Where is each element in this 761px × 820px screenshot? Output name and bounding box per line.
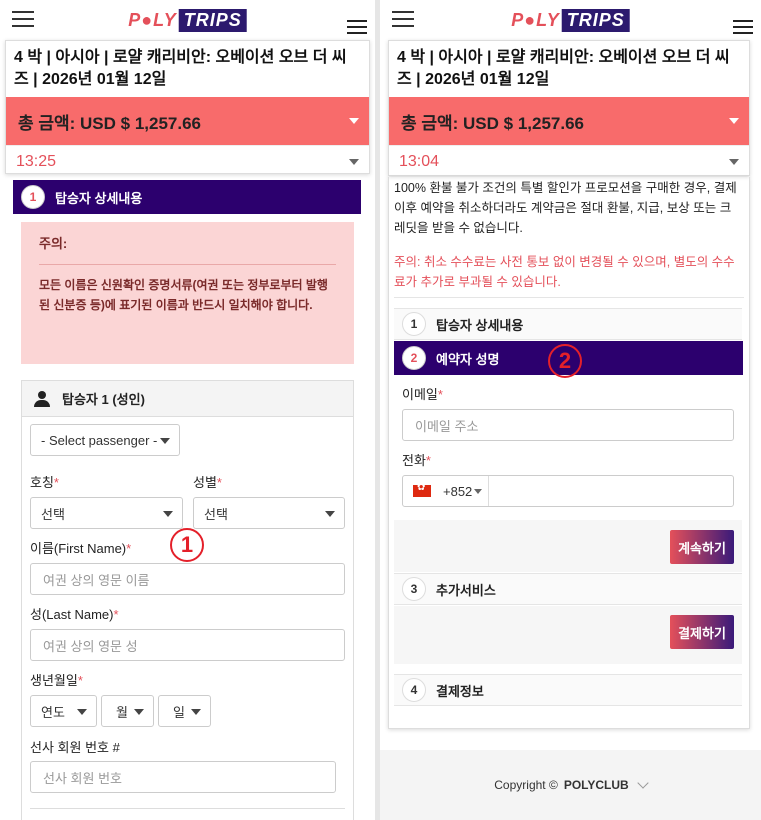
email-label: 이메일* xyxy=(402,387,443,402)
chevron-down-icon[interactable] xyxy=(637,777,649,789)
caret-down-icon xyxy=(163,511,173,517)
step-number: 4 xyxy=(402,678,426,702)
person-icon xyxy=(34,390,50,407)
step-number: 1 xyxy=(21,185,45,209)
right-screen: P●LY TRIPS 4 박 | 아시아 | 로얄 캐리비안: 오베이션 오브 … xyxy=(380,0,761,820)
total-price: 총 금액: USD $ 1,257.66 xyxy=(18,113,201,133)
trip-title: 4 박 | 아시아 | 로얄 캐리비안: 오베이션 오브 더 씨즈 | 2026… xyxy=(397,49,730,88)
email-input[interactable]: 이메일 주소 xyxy=(402,409,734,441)
title-label: 호칭* xyxy=(30,475,59,490)
trip-title: 4 박 | 아시아 | 로얄 캐리비안: 오베이션 오브 더 씨즈 | 2026… xyxy=(14,49,347,88)
member-number-input[interactable]: 선사 회원 번호 xyxy=(30,761,336,793)
brand-logo[interactable]: P●LY TRIPS xyxy=(128,9,247,32)
brand-logo[interactable]: P●LY TRIPS xyxy=(511,9,630,32)
country-code[interactable]: +852 xyxy=(443,484,472,499)
timer-row[interactable]: 13:04 xyxy=(389,145,749,177)
notice-title: 주의: xyxy=(39,234,336,265)
logo-poly: P●LY xyxy=(511,10,560,30)
step-number: 3 xyxy=(402,577,426,601)
step-extra-services[interactable]: 3 추가서비스 xyxy=(394,573,742,605)
dob-month-value: 월 xyxy=(116,704,128,720)
step-label: 탑승자 상세내용 xyxy=(55,190,143,206)
notice-body: 모든 이름은 신원확인 증명서류(여권 또는 정부로부터 발행된 신분증 등)에… xyxy=(39,278,328,312)
left-screen: P●LY TRIPS 4 박 | 아시아 | 로얄 캐리비안: 오베이션 오브 … xyxy=(0,0,375,820)
caret-down-icon xyxy=(349,159,359,165)
menu-icon-right[interactable] xyxy=(733,20,753,34)
caret-down-icon xyxy=(349,118,359,124)
policy-divider xyxy=(394,297,744,298)
last-name-label: 성(Last Name)* xyxy=(30,607,119,622)
menu-icon[interactable] xyxy=(392,11,414,27)
caret-down-icon xyxy=(134,709,144,715)
countdown-timer: 13:04 xyxy=(399,152,440,170)
dob-day-select[interactable]: 일 xyxy=(158,695,211,727)
gender-label: 성별* xyxy=(193,475,222,490)
total-price-toggle[interactable]: 총 금액: USD $ 1,257.66 xyxy=(6,97,369,145)
first-name-input[interactable]: 여권 상의 영문 이름 xyxy=(30,563,345,595)
step-label: 추가서비스 xyxy=(436,582,496,598)
select-passenger-value: - Select passenger - xyxy=(41,432,158,448)
step-number: 1 xyxy=(402,312,426,336)
step-label: 예약자 성명 xyxy=(436,351,500,367)
caret-down-icon xyxy=(474,488,483,494)
total-price-toggle[interactable]: 총 금액: USD $ 1,257.66 xyxy=(389,97,749,145)
dob-day-value: 일 xyxy=(173,704,185,720)
title-select-value: 선택 xyxy=(41,506,65,522)
caret-down-icon xyxy=(325,511,335,517)
cancellation-warning: 주의: 취소 수수료는 사전 통보 없이 변경될 수 있으며, 별도의 수수료가… xyxy=(394,255,735,289)
menu-icon[interactable] xyxy=(12,11,34,27)
step-number: 2 xyxy=(402,346,426,370)
code-separator xyxy=(488,476,490,506)
passenger-heading: 탑승자 1 (성인) xyxy=(22,381,353,417)
total-price: 총 금액: USD $ 1,257.66 xyxy=(401,113,584,133)
logo-poly: P●LY xyxy=(128,10,177,30)
hong-kong-flag-icon[interactable] xyxy=(413,482,431,497)
dob-year-select[interactable]: 연도 xyxy=(30,695,97,727)
section-divider xyxy=(30,808,345,809)
step-label: 결제정보 xyxy=(436,683,484,699)
caret-down-icon xyxy=(77,709,87,715)
footer: Copyright © POLYCLUB xyxy=(380,750,761,820)
step-passenger-details[interactable]: 1 탑승자 상세내용 xyxy=(13,180,361,214)
trip-summary-card: 4 박 | 아시아 | 로얄 캐리비안: 오베이션 오브 더 씨즈 | 2026… xyxy=(5,40,370,174)
step-passenger-details[interactable]: 1 탑승자 상세내용 xyxy=(394,308,742,340)
timer-row[interactable]: 13:25 xyxy=(6,145,369,177)
footer-copyright: Copyright © xyxy=(494,778,558,792)
first-name-label: 이름(First Name)* xyxy=(30,541,132,556)
refund-policy-text: 100% 환불 불가 조건의 특별 할인가 프로모션을 구매한 경우, 결제 이… xyxy=(394,181,737,235)
top-bar: P●LY TRIPS xyxy=(380,0,761,40)
passenger-title: 탑승자 1 (성인) xyxy=(62,392,145,407)
last-name-input[interactable]: 여권 상의 영문 성 xyxy=(30,629,345,661)
top-bar: P●LY TRIPS xyxy=(0,0,375,40)
annotation-marker-2: 2 xyxy=(548,344,582,378)
gender-select-value: 선택 xyxy=(204,506,228,522)
caret-down-icon xyxy=(729,159,739,165)
step-payment-info[interactable]: 4 결제정보 xyxy=(394,674,742,706)
phone-label: 전화* xyxy=(402,453,431,468)
continue-button[interactable]: 계속하기 xyxy=(670,530,734,564)
title-select[interactable]: 선택 xyxy=(30,497,183,529)
name-notice: 주의: 모든 이름은 신원확인 증명서류(여권 또는 정부로부터 발행된 신분증… xyxy=(21,222,354,364)
logo-trips: TRIPS xyxy=(178,9,247,32)
menu-icon-right[interactable] xyxy=(347,20,367,34)
trip-summary-card: 4 박 | 아시아 | 로얄 캐리비안: 오베이션 오브 더 씨즈 | 2026… xyxy=(388,40,750,176)
annotation-marker-1: 1 xyxy=(170,528,204,562)
dob-label: 생년월일* xyxy=(30,673,83,688)
dob-year-value: 연도 xyxy=(41,704,65,720)
member-number-label: 선사 회원 번호 # xyxy=(30,740,120,755)
logo-trips: TRIPS xyxy=(561,9,630,32)
select-passenger-dropdown[interactable]: - Select passenger - xyxy=(30,424,180,456)
footer-brand[interactable]: POLYCLUB xyxy=(564,778,629,792)
caret-down-icon xyxy=(729,118,739,124)
dob-month-select[interactable]: 월 xyxy=(101,695,154,727)
step-label: 탑승자 상세내용 xyxy=(436,317,524,333)
countdown-timer: 13:25 xyxy=(16,152,57,170)
caret-down-icon xyxy=(160,438,170,444)
caret-down-icon xyxy=(191,709,201,715)
gender-select[interactable]: 선택 xyxy=(193,497,345,529)
phone-input[interactable]: +852 xyxy=(402,475,734,507)
pay-button[interactable]: 결제하기 xyxy=(670,615,734,649)
